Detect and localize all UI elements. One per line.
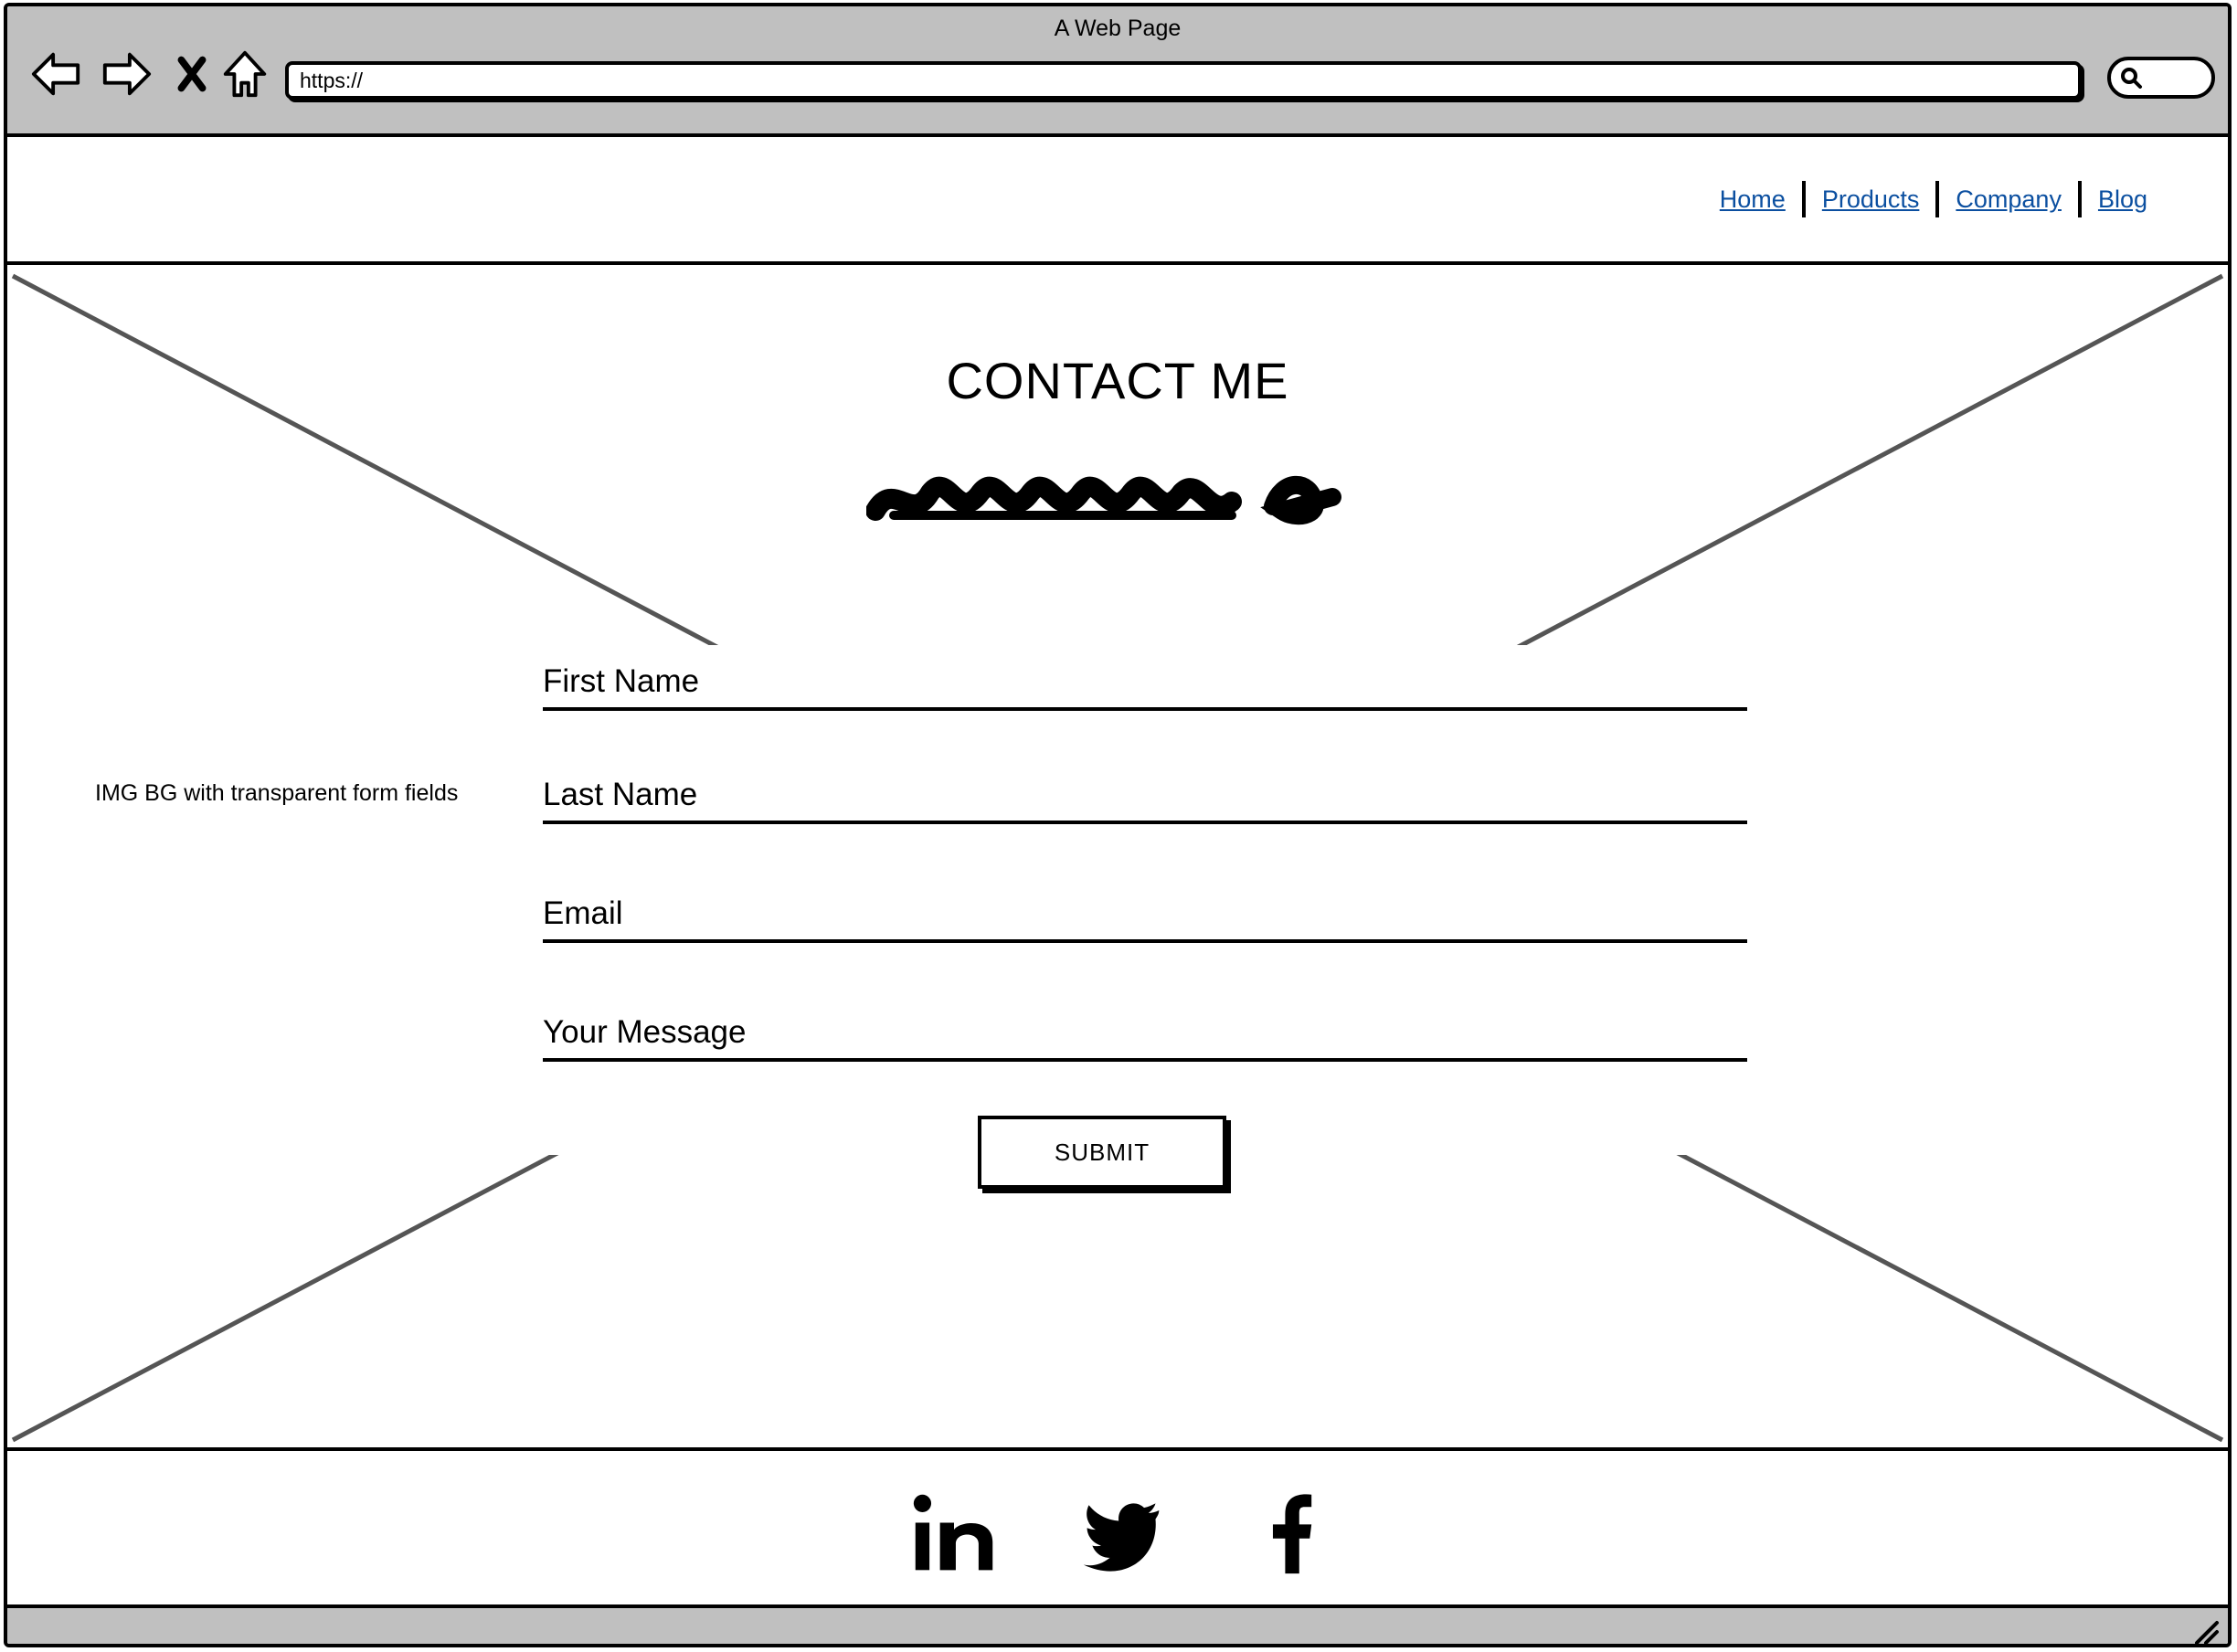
- facebook-icon: [1272, 1494, 1312, 1574]
- stop-button[interactable]: [164, 47, 219, 101]
- site-header: Home Products Company Blog: [7, 137, 2228, 265]
- home-icon: [223, 50, 267, 98]
- search-icon: [2121, 68, 2142, 89]
- first-name-field[interactable]: First Name: [543, 652, 1751, 711]
- main-nav: Home Products Company Blog: [1703, 181, 2164, 217]
- submit-button[interactable]: SUBMIT: [978, 1116, 1226, 1189]
- background-note: IMG BG with transparent form fields: [95, 780, 459, 807]
- nav-link-home[interactable]: Home: [1703, 185, 1802, 214]
- home-button[interactable]: [217, 47, 272, 101]
- last-name-field[interactable]: Last Name: [543, 766, 1751, 824]
- arrow-right-icon: [102, 52, 152, 96]
- first-name-input[interactable]: [543, 652, 1751, 709]
- last-name-input[interactable]: [543, 766, 1751, 822]
- nav-link-company[interactable]: Company: [1939, 185, 2078, 214]
- scribbled-text: [866, 475, 1341, 525]
- browser-toolbar: A Web Page https://: [7, 6, 2228, 137]
- close-icon: [177, 56, 207, 92]
- linkedin-icon: [913, 1494, 993, 1571]
- twitter-link[interactable]: [1076, 1488, 1168, 1579]
- arrow-left-icon: [31, 52, 80, 96]
- nav-link-products[interactable]: Products: [1806, 185, 1936, 214]
- forward-button[interactable]: [99, 47, 154, 101]
- facebook-link[interactable]: [1248, 1488, 1340, 1579]
- site-footer: [7, 1447, 2228, 1604]
- address-bar[interactable]: https://: [285, 61, 2082, 100]
- email-field[interactable]: Email: [543, 884, 1751, 943]
- message-input[interactable]: [543, 1003, 1751, 1060]
- resize-grip-icon[interactable]: [2189, 1615, 2221, 1647]
- status-bar: [7, 1604, 2228, 1647]
- twitter-icon: [1083, 1503, 1160, 1572]
- browser-window: A Web Page https:// Home Products Compan…: [4, 3, 2232, 1647]
- page-title: CONTACT ME: [946, 352, 1289, 409]
- window-title: A Web Page: [1054, 16, 1182, 41]
- nav-link-blog[interactable]: Blog: [2082, 185, 2164, 214]
- back-button[interactable]: [29, 47, 84, 101]
- search-button[interactable]: [2107, 57, 2215, 99]
- email-input[interactable]: [543, 884, 1751, 941]
- message-field[interactable]: Your Message: [543, 1003, 1751, 1062]
- linkedin-link[interactable]: [908, 1488, 1000, 1579]
- contact-hero: CONTACT ME IMG BG with transparent form …: [7, 269, 2228, 1447]
